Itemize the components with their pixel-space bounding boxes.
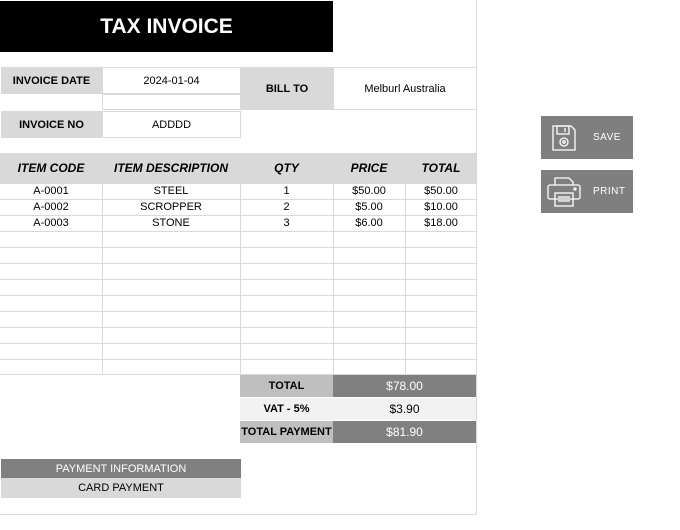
- invoice-sheet: TAX INVOICE INVOICE DATE 2024-01-04 BILL…: [0, 0, 477, 515]
- bill-to-field[interactable]: Melburl Australia: [333, 67, 477, 110]
- bill-to-label: BILL TO: [241, 67, 333, 110]
- sheet-divider: [476, 0, 477, 515]
- table-cell-item-description[interactable]: SCROPPER: [102, 199, 240, 215]
- table-cell-total: $50.00: [424, 185, 458, 197]
- total-payment-label: TOTAL PAYMENT: [240, 421, 333, 443]
- table-cell-qty[interactable]: 1: [240, 183, 333, 199]
- print-button[interactable]: PRINT: [541, 170, 633, 213]
- table-cell-qty[interactable]: 2: [240, 199, 333, 215]
- column-header-qty: QTY: [274, 161, 299, 175]
- table-cell-item-code[interactable]: A-0001: [0, 183, 102, 199]
- payment-method-field[interactable]: CARD PAYMENT: [1, 478, 241, 498]
- printer-icon: [541, 170, 587, 213]
- total-value: $78.00: [333, 375, 476, 397]
- invoice-date-label: INVOICE DATE: [1, 67, 102, 94]
- table-cell-price[interactable]: $50.00: [333, 183, 405, 199]
- invoice-date-spacer: [102, 94, 241, 110]
- column-header-item-description: ITEM DESCRIPTION: [113, 161, 228, 175]
- table-cell-item-description[interactable]: STONE: [102, 215, 240, 231]
- table-cell-price[interactable]: $6.00: [333, 215, 405, 231]
- invoice-title: TAX INVOICE: [0, 1, 333, 52]
- total-payment-value: $81.90: [333, 421, 476, 443]
- sheet-bottom-divider: [0, 514, 477, 515]
- invoice-date-field[interactable]: 2024-01-04: [102, 67, 241, 94]
- invoice-no-label: INVOICE NO: [1, 111, 102, 138]
- items-table: A-0001 STEEL 1 $50.00 $50.00 A-0002 SCRO…: [0, 183, 477, 375]
- table-cell-item-description[interactable]: STEEL: [102, 183, 240, 199]
- print-button-label: PRINT: [593, 186, 626, 197]
- table-cell-item-code[interactable]: A-0002: [0, 199, 102, 215]
- total-label: TOTAL: [240, 375, 333, 397]
- table-cell-item-code[interactable]: A-0003: [0, 215, 102, 231]
- column-header-item-code: ITEM CODE: [17, 161, 85, 175]
- vat-label: VAT - 5%: [240, 398, 333, 420]
- table-cell-qty[interactable]: 3: [240, 215, 333, 231]
- table-cell-total: $10.00: [424, 201, 458, 213]
- vat-value: $3.90: [333, 398, 476, 420]
- table-cell-price[interactable]: $5.00: [333, 199, 405, 215]
- save-button-label: SAVE: [593, 132, 621, 143]
- invoice-no-field[interactable]: ADDDD: [102, 111, 241, 138]
- floppy-disk-icon: [541, 116, 587, 159]
- column-header-price: PRICE: [350, 161, 388, 175]
- column-header-total: TOTAL: [421, 161, 461, 175]
- items-table-header: ITEM CODE ITEM DESCRIPTION QTY PRICE TOT…: [0, 153, 477, 183]
- table-cell-total: $18.00: [424, 217, 458, 229]
- payment-information-label: PAYMENT INFORMATION: [1, 459, 241, 478]
- save-button[interactable]: SAVE: [541, 116, 633, 159]
